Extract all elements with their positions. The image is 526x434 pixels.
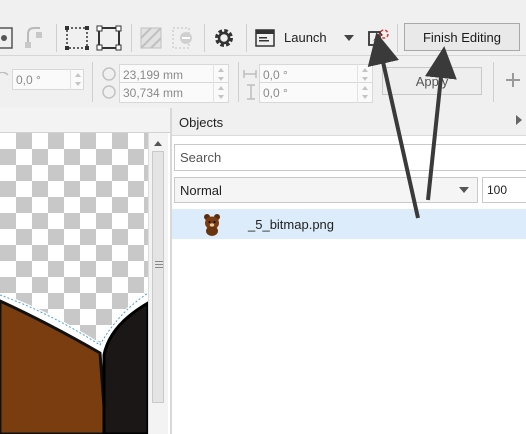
bear-thumbnail-icon bbox=[204, 214, 220, 236]
toolbar-separator bbox=[131, 24, 132, 52]
panel-collapse-icon[interactable] bbox=[516, 115, 522, 125]
application-icon[interactable] bbox=[254, 27, 276, 49]
toolbar-separator bbox=[493, 62, 494, 102]
toolbar-separator bbox=[92, 62, 93, 102]
skew-v-field[interactable]: 0,0 ° bbox=[259, 82, 373, 103]
finish-editing-button[interactable]: Finish Editing bbox=[404, 23, 520, 51]
search-placeholder: Search bbox=[180, 150, 222, 165]
add-icon[interactable] bbox=[504, 71, 522, 89]
toolbar-separator bbox=[246, 24, 247, 52]
layer-row[interactable] bbox=[172, 209, 526, 239]
opacity-field[interactable]: 100 bbox=[482, 177, 526, 203]
launch-dropdown-icon[interactable] bbox=[344, 35, 354, 41]
objects-panel-title: Objects bbox=[179, 115, 224, 130]
mask-icon[interactable] bbox=[138, 24, 164, 52]
horizontal-ruler bbox=[0, 108, 170, 133]
skew-v-value: 0,0 ° bbox=[263, 85, 288, 100]
objects-search-input[interactable]: Search bbox=[174, 144, 526, 171]
toolbar-separator bbox=[397, 24, 398, 52]
width-value: 23,199 mm bbox=[123, 67, 184, 82]
skew-v-spinner[interactable] bbox=[357, 82, 371, 103]
apply-button[interactable]: Apply bbox=[382, 67, 482, 95]
objects-panel-header bbox=[172, 108, 526, 136]
node-edit-icon[interactable] bbox=[22, 24, 46, 52]
blend-mode-value: Normal bbox=[180, 182, 222, 198]
opacity-value: 100 bbox=[487, 183, 508, 197]
show-nodes-icon[interactable] bbox=[0, 24, 16, 52]
height-lock-icon bbox=[101, 84, 117, 100]
skew-h-value: 0,0 ° bbox=[263, 67, 288, 82]
remove-mask-icon[interactable] bbox=[170, 24, 196, 52]
skew-horizontal-icon bbox=[243, 68, 257, 80]
height-value: 30,734 mm bbox=[123, 85, 184, 100]
angle-value: 0,0 ° bbox=[16, 72, 41, 87]
height-spinner[interactable] bbox=[213, 82, 227, 103]
scrollbar-thumb[interactable] bbox=[152, 151, 164, 403]
discard-edits-icon[interactable] bbox=[366, 26, 390, 50]
toolbar-separator bbox=[204, 24, 205, 52]
gear-icon[interactable] bbox=[210, 24, 238, 52]
angle-spinner[interactable] bbox=[70, 69, 84, 90]
toolbar-separator bbox=[56, 24, 57, 52]
layer-name[interactable]: _5_bitmap.png bbox=[248, 217, 334, 232]
launch-label[interactable]: Launch bbox=[284, 30, 327, 45]
toolbar-separator bbox=[238, 62, 239, 102]
skew-vertical-icon bbox=[245, 84, 257, 100]
rotate-icon bbox=[0, 71, 10, 90]
transform-frame-icon[interactable] bbox=[95, 24, 123, 52]
width-lock-icon bbox=[101, 66, 117, 82]
chevron-down-icon bbox=[459, 187, 469, 193]
bitmap-content[interactable] bbox=[0, 133, 148, 434]
bounding-box-icon[interactable] bbox=[63, 24, 91, 52]
scrollbar-grip-icon bbox=[155, 261, 163, 262]
scroll-up-icon[interactable] bbox=[154, 141, 162, 146]
blend-mode-dropdown[interactable]: Normal bbox=[174, 177, 478, 203]
canvas-vertical-scrollbar[interactable] bbox=[148, 133, 168, 434]
